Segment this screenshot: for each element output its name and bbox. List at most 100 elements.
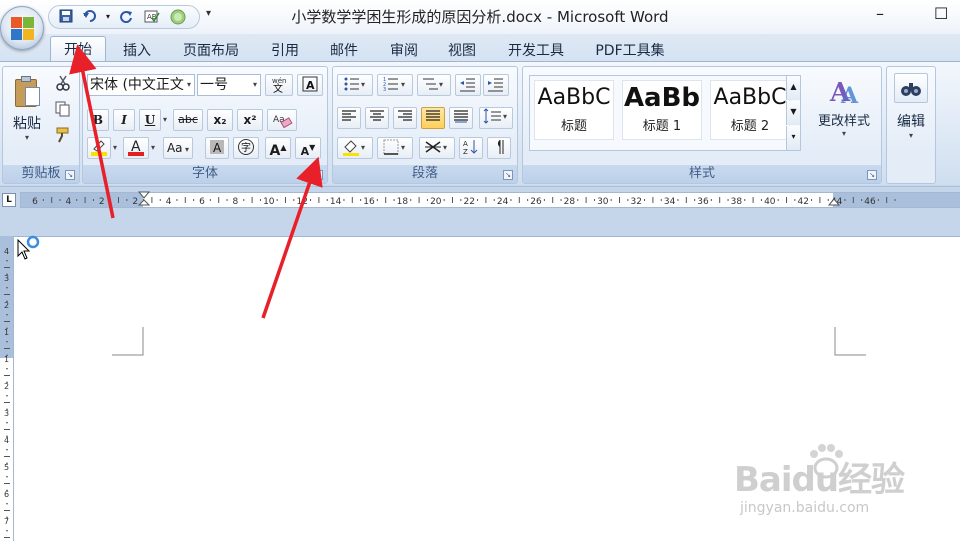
character-border-button[interactable]: A [297,74,323,96]
highlight-button[interactable] [87,137,111,159]
subscript-button[interactable]: x₂ [207,109,233,131]
multilevel-list-button[interactable]: ▾ [417,74,451,96]
numbering-icon: 123▾ [383,77,405,93]
gallery-scroll-down-icon[interactable]: ▼ [786,101,800,125]
enclose-characters-icon: 字 [238,139,254,155]
chevron-down-icon[interactable]: ▾ [187,75,191,95]
bullets-button[interactable]: ▾ [337,74,373,96]
tab-home[interactable]: 开始 [50,36,106,63]
align-left-button[interactable] [337,107,361,129]
superscript-button[interactable]: x² [237,109,263,131]
gallery-more-icon[interactable]: ▾ [786,126,800,150]
paste-dropdown-icon[interactable]: ▾ [7,133,47,142]
font-launcher-icon[interactable]: ↘ [313,170,323,180]
ruler-label: 20 [430,197,442,207]
clear-formatting-button[interactable]: Aa [267,109,297,131]
italic-button[interactable]: I [113,109,135,131]
style-title[interactable]: AaBbC 标题 [534,80,614,140]
numbering-button[interactable]: 1 2 3 ▾ [377,74,413,96]
ruler-label: 10 [263,197,275,207]
change-case-button[interactable]: Aa ▾ [163,137,193,159]
ruler-label: 40 [764,197,776,207]
grow-font-button[interactable]: A▲ [265,137,291,159]
shading-button[interactable]: ▾ [337,137,373,159]
paste-button[interactable]: 粘贴 ▾ [7,71,47,157]
font-size-combo[interactable]: 一号 ▾ [197,74,261,96]
copy-icon[interactable] [55,101,71,120]
align-center-button[interactable] [365,107,389,129]
cut-icon[interactable] [55,75,71,94]
svg-text:▾: ▾ [503,112,507,121]
sort-button[interactable]: AZ [459,137,483,159]
distributed-button[interactable] [449,107,473,129]
increase-indent-button[interactable] [483,74,509,96]
svg-text:▾: ▾ [443,143,447,152]
chinese-layout-button[interactable]: ▾ [419,137,455,159]
tab-selector-button[interactable]: L [2,193,16,207]
style-heading-1[interactable]: AaBb 标题 1 [622,80,702,140]
font-color-button[interactable]: A [123,137,149,159]
underline-button[interactable]: U [139,109,161,131]
vertical-ruler[interactable]: 4 3 2 1 1 2 3 4 5 6 7 [0,236,14,541]
svg-text:▾: ▾ [401,143,405,152]
office-logo-icon [11,17,35,41]
paragraph-launcher-icon[interactable]: ↘ [503,170,513,180]
paste-label: 粘贴 [13,116,41,132]
styles-launcher-icon[interactable]: ↘ [867,170,877,180]
ruler-label: 46 [864,197,876,207]
character-border-icon: A [302,76,318,92]
decrease-indent-button[interactable] [455,74,481,96]
ruler-label: 38 [731,197,743,207]
underline-dropdown-icon[interactable]: ▾ [163,115,167,124]
bold-button[interactable]: B [87,109,109,131]
line-spacing-button[interactable]: ▾ [479,107,513,129]
show-marks-button[interactable] [487,137,511,159]
distributed-icon [454,110,468,123]
enclose-characters-button[interactable]: 字 [233,137,259,159]
phonetic-guide-button[interactable]: wén 文 [265,74,293,96]
ruler-label: 16 [363,197,375,207]
style-heading-2[interactable]: AaBbC 标题 2 [710,80,790,140]
phonetic-guide-icon: wén文 [272,77,286,95]
borders-button[interactable]: ▾ [377,137,413,159]
right-indent-marker-icon[interactable] [827,193,841,209]
office-button[interactable] [0,6,44,50]
tab-pdf-tools[interactable]: PDF工具集 [584,38,676,62]
shrink-font-button[interactable]: A▼ [295,137,321,159]
chevron-down-icon[interactable]: ▾ [253,75,257,95]
font-color-icon: A [128,139,144,156]
font-name-combo[interactable]: 宋体 (中文正文 ▾ [87,74,195,96]
tab-insert[interactable]: 插入 [110,38,164,62]
gallery-scroll-up-icon[interactable]: ▲ [786,76,800,100]
change-styles-button[interactable]: AA 更改样式 ▾ [811,73,877,157]
tab-page-layout[interactable]: 页面布局 [172,38,250,62]
format-painter-icon[interactable] [55,127,71,146]
horizontal-ruler[interactable]: 6 4 2 2 4 6 8 10 12 14 16 18 20 22 24 26 28 30 32 34 36 38 40 4… [20,191,960,209]
tab-references[interactable]: 引用 [260,38,310,62]
character-shading-button[interactable]: A [205,137,229,159]
maximize-button[interactable]: ☐ [934,4,948,23]
clipboard-group: 粘贴 ▾ 剪贴板 ↘ [2,66,80,184]
align-center-icon [370,110,384,121]
font-color-dropdown-icon[interactable]: ▾ [151,143,155,152]
tab-developer[interactable]: 开发工具 [496,38,576,62]
svg-text:文: 文 [273,82,283,93]
ruler-label: 28 [564,197,576,207]
tab-mailings[interactable]: 邮件 [318,38,370,62]
clipboard-launcher-icon[interactable]: ↘ [65,170,75,180]
align-right-button[interactable] [393,107,417,129]
character-shading-icon: A [210,140,224,155]
highlight-dropdown-icon[interactable]: ▾ [113,143,117,152]
tab-review[interactable]: 审阅 [378,38,430,62]
editing-button[interactable]: 编辑 ▾ [889,71,933,161]
first-line-indent-marker-icon[interactable] [137,191,151,207]
ruler-label: 4 [66,197,72,207]
strikethrough-button[interactable]: abc [173,109,203,131]
justify-button[interactable] [421,107,445,129]
paragraph-group-label: 段落 [333,165,517,183]
tab-view[interactable]: 视图 [436,38,488,62]
minimize-button[interactable]: – [876,4,884,23]
ruler-label: 4 [166,197,172,207]
ruler-label: 32 [630,197,641,207]
align-right-icon [398,110,412,121]
